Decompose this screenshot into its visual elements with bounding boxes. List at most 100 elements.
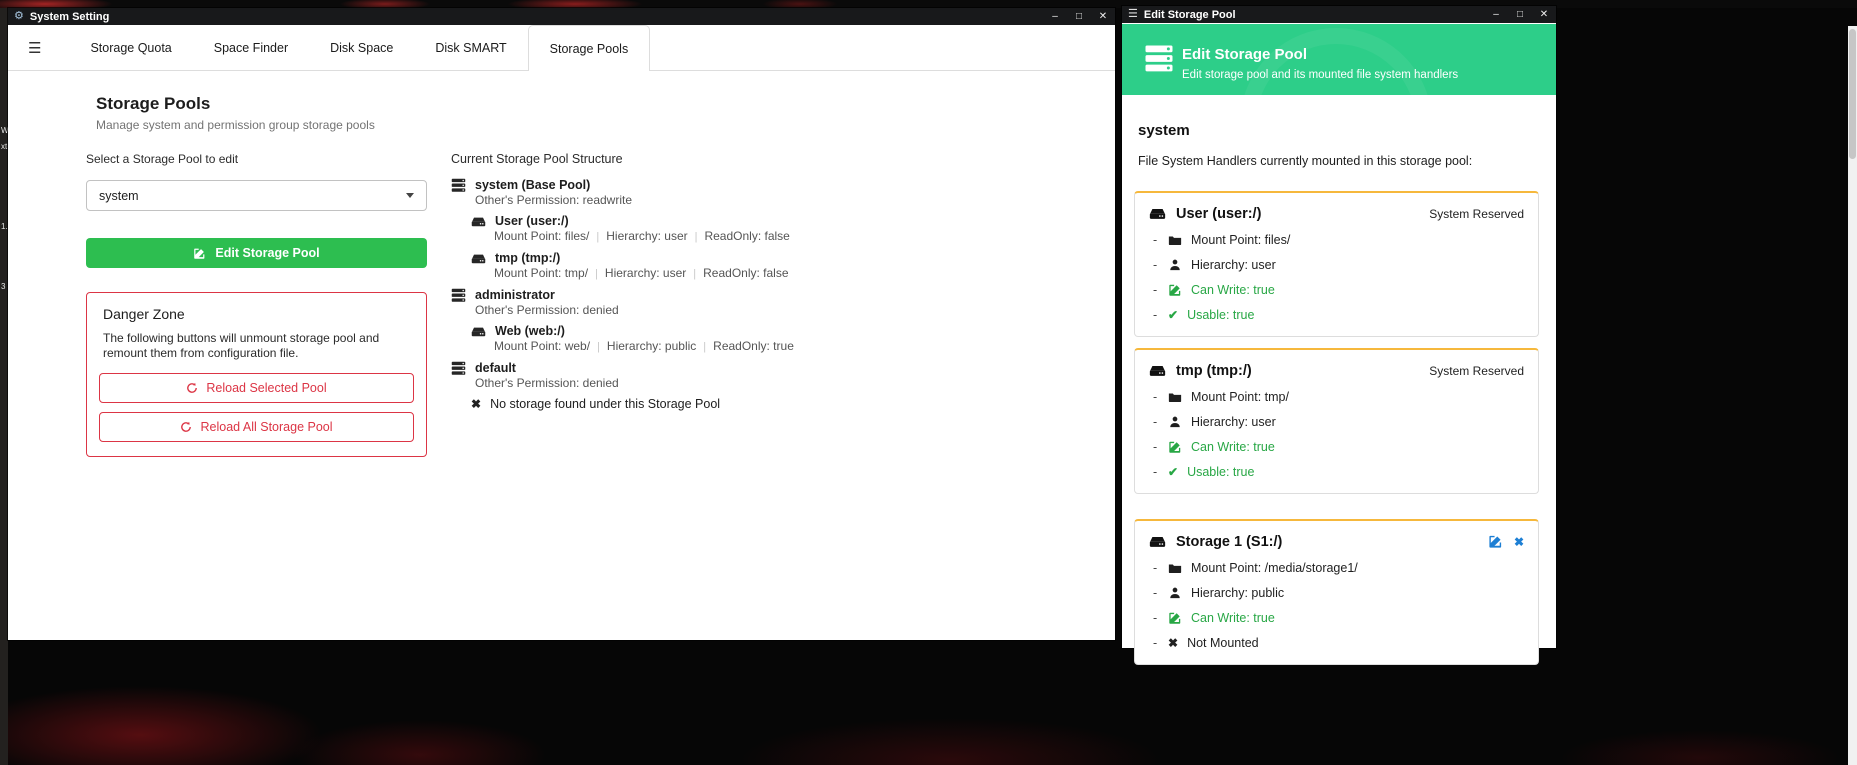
storage-pool-select[interactable]: system — [86, 180, 427, 211]
reload-all-pool-button[interactable]: Reload All Storage Pool — [99, 412, 414, 442]
hdd-icon — [1149, 205, 1166, 222]
handler-detail-row: Can Write: true — [1149, 440, 1524, 454]
separator — [590, 339, 607, 353]
server-icon — [451, 361, 466, 376]
minimize-button[interactable]: – — [1046, 8, 1064, 25]
handler-readonly: ReadOnly: false — [704, 229, 789, 243]
handler-hierarchy: Hierarchy: user — [605, 266, 686, 280]
system-reserved-badge: System Reserved — [1429, 207, 1524, 221]
menu-icon[interactable]: ☰ — [28, 39, 41, 57]
hdd-icon — [471, 214, 486, 229]
close-button[interactable]: ✕ — [1094, 8, 1112, 25]
handler-card: User (user:/) System Reserved Mount Poin… — [1134, 191, 1539, 337]
separator — [589, 229, 606, 243]
screen-scrollbar[interactable] — [1848, 26, 1857, 765]
selected-pool-value: system — [99, 189, 139, 203]
chevron-down-icon — [406, 193, 414, 198]
tab-space-finder[interactable]: Space Finder — [193, 25, 309, 71]
x-icon: ✖ — [1168, 636, 1178, 650]
minimize-button[interactable]: – — [1487, 6, 1505, 23]
handlers-description: File System Handlers currently mounted i… — [1138, 154, 1539, 168]
edit-icon — [1168, 611, 1182, 625]
pool-item: system (Base Pool) Other's Permission: r… — [451, 178, 1091, 281]
tab-bar: ☰ Storage Quota Space Finder Disk Space … — [8, 25, 1115, 71]
edge-fragment: W — [1, 126, 8, 135]
detail-text: Hierarchy: user — [1191, 258, 1276, 272]
handler-actions: ✖ — [1488, 534, 1524, 549]
close-button[interactable]: ✕ — [1535, 6, 1553, 23]
handler-item: tmp (tmp:/) Mount Point: tmp/Hierarchy: … — [471, 251, 1091, 281]
tab-disk-space[interactable]: Disk Space — [309, 25, 414, 71]
page-subtitle: Manage system and permission group stora… — [96, 118, 375, 132]
current-pool-name: system — [1138, 122, 1539, 139]
edit-storage-pool-label: Edit Storage Pool — [215, 246, 319, 260]
pool-item: default Other's Permission: denied ✖ No … — [451, 361, 1091, 411]
dash-bullet — [1153, 283, 1159, 297]
handler-detail-row: Hierarchy: user — [1149, 258, 1524, 272]
pool-name: default — [475, 361, 516, 376]
storage-pool-structure: system (Base Pool) Other's Permission: r… — [451, 178, 1091, 411]
hdd-icon — [1149, 362, 1166, 379]
select-pool-label: Select a Storage Pool to edit — [86, 152, 427, 166]
reload-selected-pool-button[interactable]: Reload Selected Pool — [99, 373, 414, 403]
handler-detail-row: ✔Usable: true — [1149, 308, 1524, 322]
handler-detail-row: Mount Point: /media/storage1/ — [1149, 561, 1524, 575]
remove-handler-icon[interactable]: ✖ — [1514, 535, 1524, 549]
detail-text: Mount Point: /media/storage1/ — [1191, 561, 1358, 575]
refresh-icon — [180, 421, 192, 433]
maximize-button[interactable]: □ — [1070, 8, 1088, 25]
server-icon — [451, 288, 466, 303]
pool-name: administrator — [475, 288, 555, 303]
dash-bullet — [1153, 561, 1159, 575]
pool-permission: Other's Permission: denied — [475, 377, 1091, 390]
handler-detail-row: ✖Not Mounted — [1149, 636, 1524, 650]
handler-mount: Mount Point: tmp/ — [494, 266, 588, 280]
handler-card-name: Storage 1 (S1:/) — [1176, 534, 1282, 550]
handler-item: User (user:/) Mount Point: files/Hierarc… — [471, 214, 1091, 244]
tab-storage-pools[interactable]: Storage Pools — [528, 25, 651, 71]
handler-mount: Mount Point: web/ — [494, 339, 590, 353]
scrollbar-thumb[interactable] — [1849, 29, 1856, 159]
maximize-button[interactable]: □ — [1511, 6, 1529, 23]
folder-icon — [1168, 561, 1182, 575]
handler-mount: Mount Point: files/ — [494, 229, 589, 243]
edit-storage-pool-button[interactable]: Edit Storage Pool — [86, 238, 427, 268]
hdd-icon — [1149, 533, 1166, 550]
handler-detail-row: ✔ Usable: true — [1149, 465, 1524, 479]
tab-disk-smart[interactable]: Disk SMART — [414, 25, 527, 71]
hdd-icon — [471, 251, 486, 266]
window-title: System Setting — [30, 11, 1040, 23]
handler-hierarchy: Hierarchy: user — [606, 229, 687, 243]
check-icon: ✔ — [1168, 465, 1178, 479]
dash-bullet — [1153, 636, 1159, 650]
dash-bullet — [1153, 465, 1159, 479]
detail-text: Usable: true — [1187, 465, 1254, 479]
folder-icon — [1168, 390, 1182, 404]
handler-hierarchy: Hierarchy: public — [607, 339, 696, 353]
edge-fragment: 1. — [1, 222, 8, 231]
handler-item: Web (web:/) Mount Point: web/Hierarchy: … — [471, 324, 1091, 354]
pool-permission: Other's Permission: readwrite — [475, 194, 1091, 207]
system-setting-window: ⚙ System Setting – □ ✕ ☰ Storage Quota S… — [8, 8, 1115, 640]
handler-detail-row: Mount Point: files/ — [1149, 233, 1524, 247]
list-icon: ☰ — [1128, 9, 1138, 20]
edit-handler-icon[interactable] — [1488, 534, 1503, 549]
tab-storage-quota[interactable]: Storage Quota — [69, 25, 192, 71]
edit-storage-pool-window: ☰ Edit Storage Pool – □ ✕ Edit Storage P… — [1122, 6, 1556, 648]
handler-card-name: tmp (tmp:/) — [1176, 363, 1252, 379]
desktop-wallpaper-strip — [0, 0, 1857, 8]
handler-name: tmp (tmp:/) — [495, 251, 560, 266]
system-reserved-badge: System Reserved — [1429, 364, 1524, 378]
dash-bullet — [1153, 233, 1159, 247]
empty-pool-message: No storage found under this Storage Pool — [490, 397, 720, 411]
handler-detail-row: Hierarchy: public — [1149, 586, 1524, 600]
dash-bullet — [1153, 611, 1159, 625]
hdd-icon — [471, 324, 486, 339]
edge-fragment: 3 — [1, 282, 5, 291]
edit-pool-header: Edit Storage Pool Edit storage pool and … — [1122, 24, 1556, 95]
danger-zone-card: Danger Zone The following buttons will u… — [86, 292, 427, 457]
person-icon — [1168, 586, 1182, 600]
danger-zone-description: The following buttons will unmount stora… — [103, 331, 403, 361]
detail-text: Mount Point: files/ — [1191, 233, 1290, 247]
desktop-edge-panel: W xt 1. 3 — [0, 8, 8, 765]
